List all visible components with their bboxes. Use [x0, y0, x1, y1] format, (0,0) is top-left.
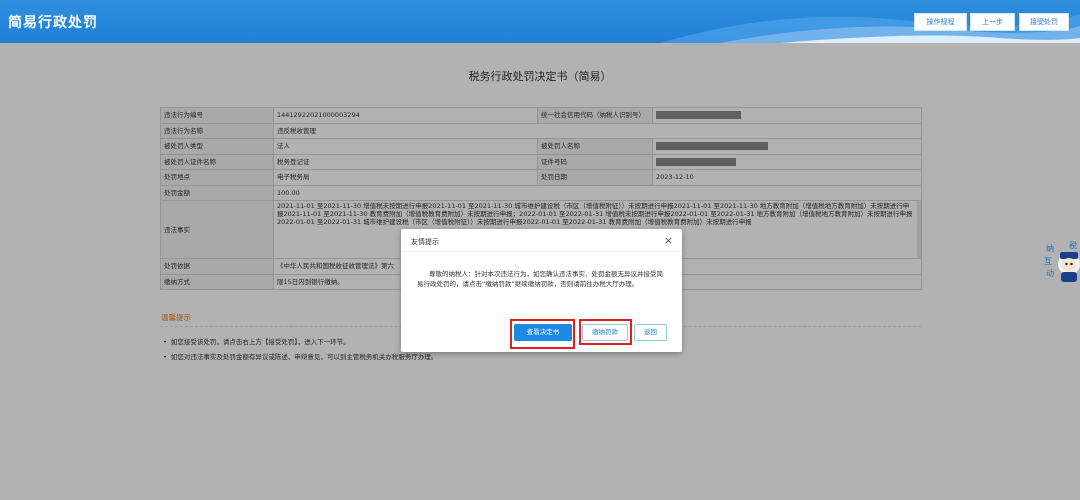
back-button[interactable]: 返回 — [634, 324, 667, 341]
dialog-title: 友情提示 — [411, 238, 439, 246]
top-bar: 简易行政处罚 操作规程 上一步 接受处罚 — [0, 0, 1080, 43]
robot-icon: 纳 互 动 税 — [1044, 240, 1080, 282]
widget-char: 税 — [1069, 240, 1077, 250]
dialog-message: 尊敬的纳税人：针对本次违法行为，如您确认违法事实、处罚金额无异议并接受简易行政处… — [417, 270, 663, 288]
previous-step-button[interactable]: 上一步 — [970, 13, 1015, 31]
widget-char: 动 — [1046, 268, 1054, 278]
view-decision-button[interactable]: 查看决定书 — [514, 324, 572, 341]
accept-penalty-button[interactable]: 接受处罚 — [1019, 13, 1069, 31]
operation-guide-button[interactable]: 操作规程 — [914, 13, 967, 31]
header-wave-decoration — [660, 14, 1080, 43]
widget-char: 互 — [1044, 257, 1052, 266]
widget-char: 纳 — [1046, 243, 1054, 253]
pay-fine-button[interactable]: 缴纳罚款 — [582, 324, 628, 341]
interactive-widget[interactable]: 纳 互 动 税 — [1043, 238, 1080, 286]
app-title: 简易行政处罚 — [8, 15, 98, 31]
close-icon[interactable]: × — [664, 234, 673, 247]
divider — [401, 251, 682, 252]
